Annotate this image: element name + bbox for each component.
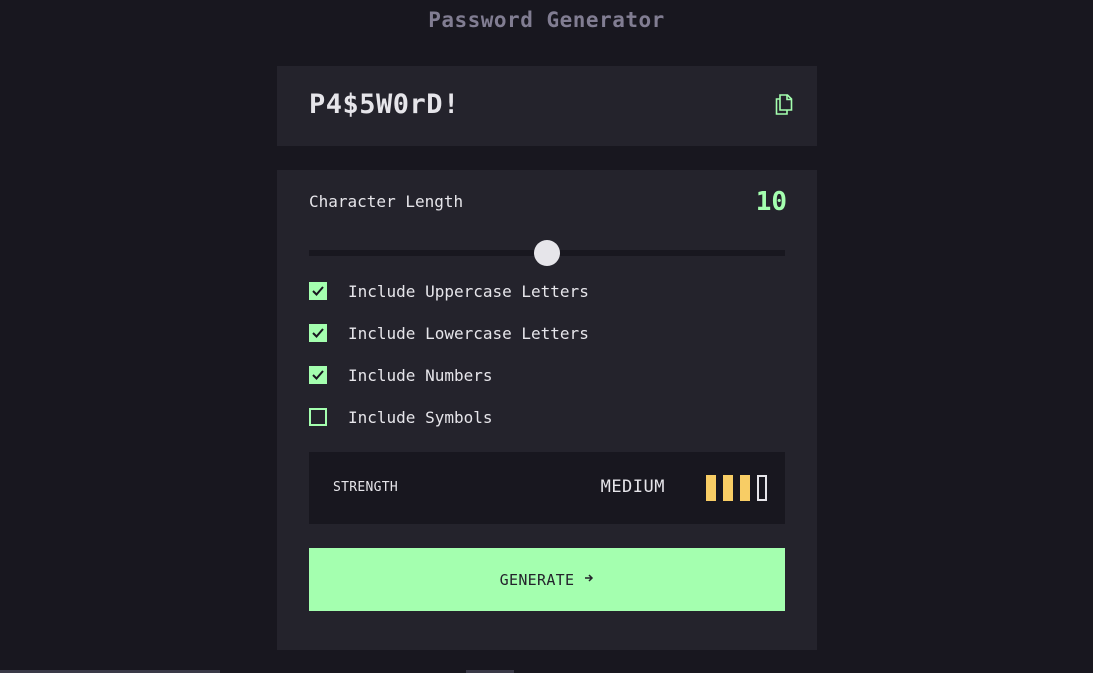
option-lowercase[interactable]: Include Lowercase Letters [309, 323, 589, 343]
strength-label: STRENGTH [333, 480, 399, 495]
check-icon [312, 370, 324, 380]
lowercase-checkbox[interactable] [309, 324, 327, 342]
symbols-label: Include Symbols [348, 407, 493, 427]
check-icon [312, 328, 324, 338]
strength-bars [706, 475, 767, 501]
password-text: P4$5W0rD! [309, 89, 460, 120]
settings-panel: Character Length 10 Include Uppercase Le… [277, 170, 817, 650]
password-display: P4$5W0rD! [277, 66, 817, 146]
length-slider[interactable] [309, 240, 785, 266]
strength-bar [740, 475, 750, 501]
strength-meter: STRENGTH MEDIUM [309, 452, 785, 524]
option-numbers[interactable]: Include Numbers [309, 365, 493, 385]
slider-thumb[interactable] [534, 240, 560, 266]
option-uppercase[interactable]: Include Uppercase Letters [309, 281, 589, 301]
uppercase-checkbox[interactable] [309, 282, 327, 300]
strength-value: MEDIUM [600, 477, 665, 497]
numbers-checkbox[interactable] [309, 366, 327, 384]
option-symbols[interactable]: Include Symbols [309, 407, 493, 427]
generate-label: GENERATE [499, 570, 575, 589]
character-length-value: 10 [755, 187, 787, 217]
character-length-label: Character Length [309, 192, 464, 211]
uppercase-label: Include Uppercase Letters [348, 281, 589, 301]
symbols-checkbox[interactable] [309, 408, 327, 426]
strength-bar [706, 475, 716, 501]
copy-button[interactable] [775, 94, 795, 116]
strength-bar [757, 475, 767, 501]
strength-bar [723, 475, 733, 501]
app-title: Password Generator [428, 8, 665, 32]
check-icon [312, 286, 324, 296]
arrow-right-icon [585, 573, 594, 582]
generate-button[interactable]: GENERATE [309, 548, 785, 611]
numbers-label: Include Numbers [348, 365, 493, 385]
lowercase-label: Include Lowercase Letters [348, 323, 589, 343]
copy-icon [775, 94, 793, 115]
